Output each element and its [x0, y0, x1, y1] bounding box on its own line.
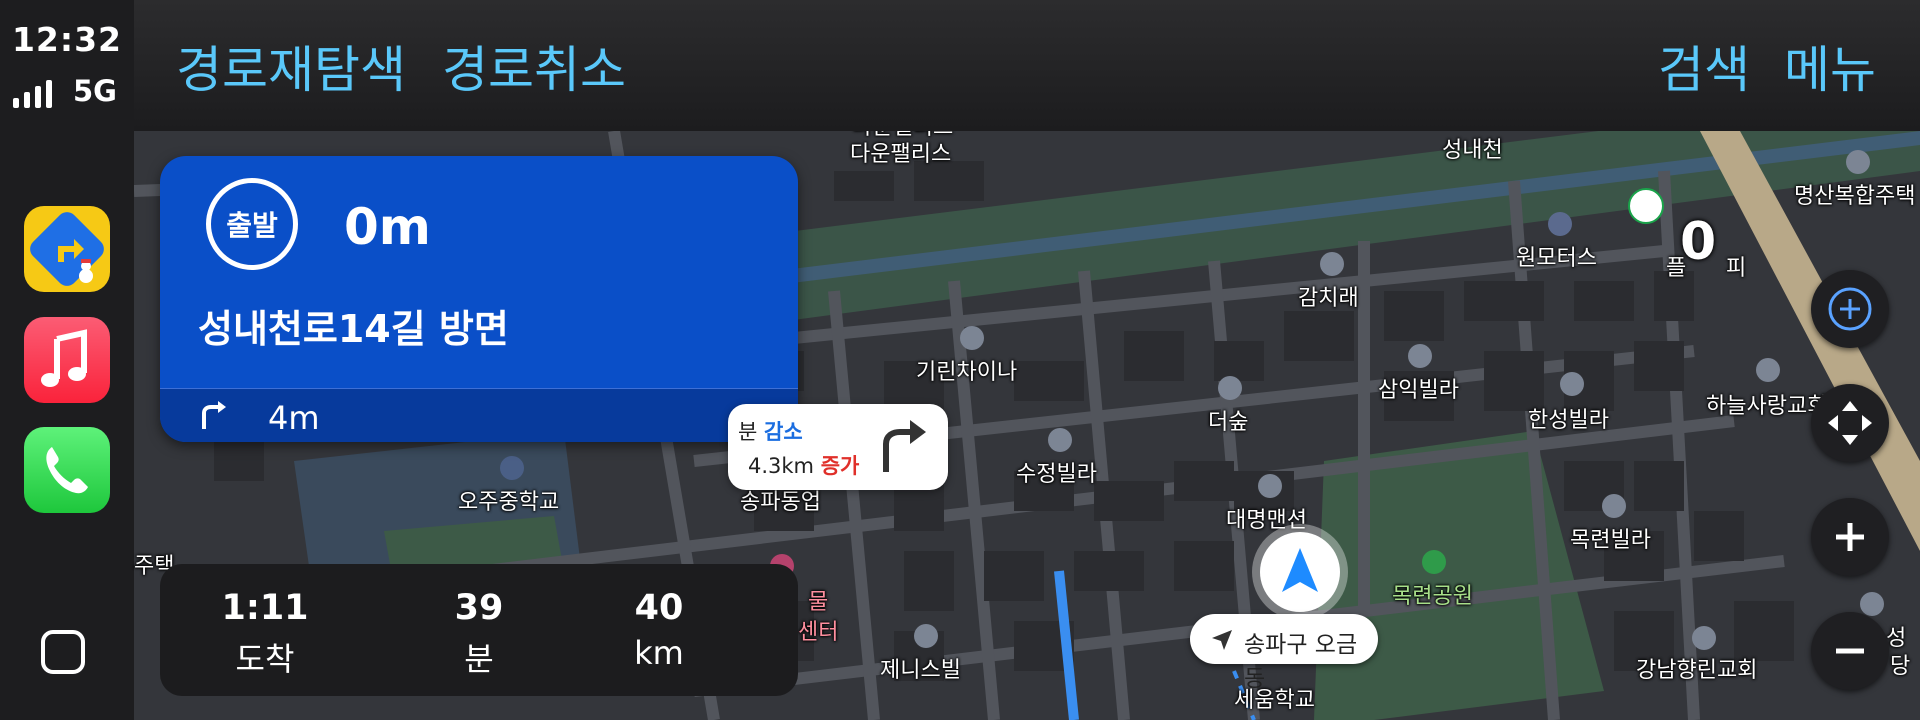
map-label: 제니스빌 [880, 658, 961, 683]
map-label: 다운팰리스 [850, 142, 952, 167]
turn-right-icon [202, 401, 226, 429]
arrival-time: 1:11 [221, 588, 309, 628]
map-label: 당 [1890, 654, 1911, 679]
signal-bar-icon [13, 98, 19, 108]
guidance-road-name: 성내천로14길 방면 [198, 307, 509, 351]
callout-time-line: 분 감소 [738, 416, 803, 446]
carplay-sidebar: 12:32 5G [0, 0, 134, 720]
signal-indicator: 5G [13, 74, 123, 108]
map-label: 목련빌라 [1570, 528, 1651, 553]
callout-time-change: 감소 [764, 420, 803, 444]
current-location-label: 송파구 오금동 [1244, 632, 1358, 692]
minutes-label: 분 [464, 640, 494, 678]
compass-button[interactable] [1811, 270, 1889, 348]
church-icon [1860, 592, 1884, 616]
map-label: 삼익빌라 [1378, 378, 1459, 403]
signal-bar-icon [35, 86, 41, 108]
eta-arrival: 1:11 도착 [180, 588, 350, 680]
map-label: 오주중학교 [458, 490, 560, 515]
phone-app-icon[interactable] [24, 427, 110, 513]
map-label: 물 [808, 590, 829, 615]
cancel-route-button[interactable]: 경로취소 [442, 30, 626, 102]
zoom-out-icon [1836, 648, 1864, 654]
map-label: 명산복합주택 [1794, 184, 1916, 209]
eta-minutes: 39 분 [394, 588, 564, 680]
map-label: 센터 [798, 620, 839, 645]
building-icon [914, 624, 938, 648]
location-arrow-icon [1212, 630, 1232, 650]
callout-distance-change: 증가 [820, 454, 860, 478]
building-icon [1846, 150, 1870, 174]
search-button[interactable]: 검색 [1658, 30, 1750, 102]
church-icon [1756, 358, 1780, 382]
remaining-minutes: 39 [454, 588, 504, 628]
zoom-in-icon [1836, 523, 1864, 551]
guidance-distance: 0m [344, 198, 431, 256]
map-label: 감치래 [1298, 286, 1359, 311]
callout-distance-line: 4.3km 증가 [748, 450, 859, 480]
building-icon [1602, 494, 1626, 518]
menu-button[interactable]: 메뉴 [1784, 30, 1876, 102]
restaurant-icon [960, 326, 984, 350]
building-icon [1560, 372, 1584, 396]
building-icon [1258, 474, 1282, 498]
map-label: 기린차이나 [916, 360, 1018, 385]
departure-badge: 출발 [206, 178, 298, 270]
building-icon [1408, 344, 1432, 368]
callout-time-prefix: 분 [738, 420, 758, 444]
status-time: 12:32 [11, 20, 123, 59]
reroute-button[interactable]: 경로재탐색 [176, 30, 406, 102]
map-label: 피 [1726, 256, 1747, 281]
remaining-distance: 40 [634, 588, 684, 628]
school-icon [500, 456, 524, 480]
convenience-store-icon [1628, 188, 1664, 224]
callout-distance-value: 4.3km [748, 454, 815, 478]
next-turn-distance: 4m [268, 399, 320, 437]
building-icon [1048, 428, 1072, 452]
arrival-label: 도착 [235, 640, 295, 678]
map-label: 성내천 [1442, 138, 1503, 163]
map-label: 강남향린교회 [1636, 658, 1758, 683]
church-icon [1692, 626, 1716, 650]
park-icon [1422, 550, 1446, 574]
top-navigation-bar: 경로재탐색 경로취소 검색 메뉴 [134, 0, 1920, 131]
zoom-out-button[interactable] [1811, 612, 1889, 690]
map-label: 하늘사랑교회 [1706, 394, 1828, 419]
map-label: 수정빌라 [1016, 462, 1097, 487]
turn-guidance-panel: 출발 0m 성내천로14길 방면 4m [160, 156, 798, 442]
network-type: 5G [73, 74, 117, 108]
bus-stop-icon [1548, 212, 1572, 236]
current-position-marker [1252, 524, 1348, 620]
building-icon [1218, 376, 1242, 400]
map-label: 더숲 [1208, 410, 1249, 435]
map-label: 목련공원 [1392, 584, 1473, 609]
current-location-pill[interactable]: 송파구 오금동 [1190, 614, 1378, 692]
map-label: 한성빌라 [1528, 408, 1609, 433]
compass-icon [1828, 287, 1872, 331]
vehicle-arrow-icon [1260, 532, 1340, 612]
pan-button[interactable] [1811, 384, 1889, 462]
tmap-app-icon[interactable] [24, 206, 110, 292]
music-app-icon[interactable] [24, 317, 110, 403]
next-turn-row: 4m [160, 388, 798, 442]
home-grid-icon[interactable] [41, 630, 85, 674]
route-change-callout[interactable]: 분 감소 4.3km 증가 [728, 404, 948, 490]
eta-distance: 40 km [574, 588, 744, 672]
turn-right-icon [883, 420, 926, 472]
map-marker-digit: 0 [1680, 212, 1717, 272]
signal-bar-icon [46, 80, 52, 108]
restaurant-icon [1320, 252, 1344, 276]
signal-bar-icon [24, 92, 30, 108]
eta-panel[interactable]: 1:11 도착 39 분 40 km [160, 564, 798, 696]
map-label: 원모터스 [1516, 246, 1597, 271]
pan-arrows-icon [1828, 401, 1872, 445]
distance-label: km [634, 634, 684, 672]
zoom-in-button[interactable] [1811, 498, 1889, 576]
